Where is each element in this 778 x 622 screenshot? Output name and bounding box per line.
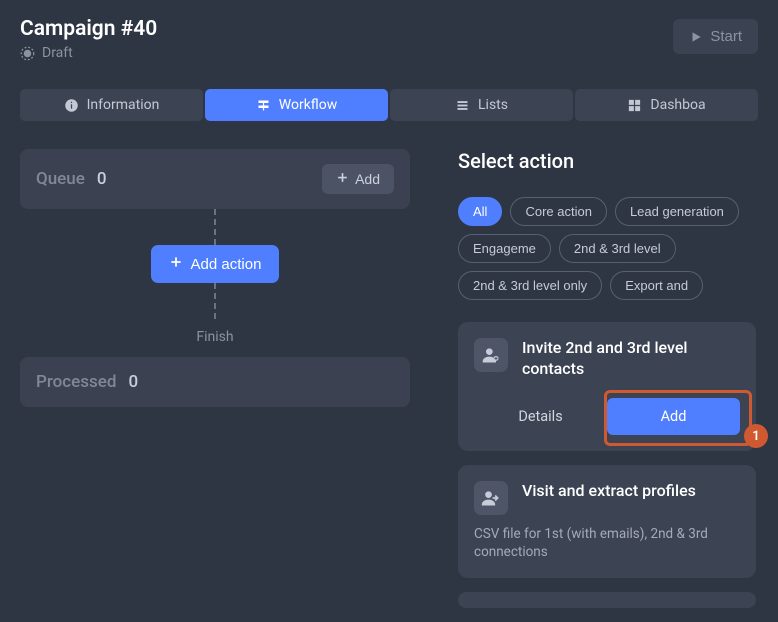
chip-core-action[interactable]: Core action [510, 197, 606, 226]
chip-all[interactable]: All [458, 197, 502, 226]
status-row: Draft [20, 45, 157, 61]
tab-workflow[interactable]: Workflow [205, 89, 388, 121]
add-action-label: Add action [191, 256, 262, 273]
start-label: Start [710, 28, 742, 45]
queue-add-button[interactable]: Add [322, 164, 394, 194]
processed-box: Processed 0 [20, 357, 410, 407]
tab-label: Dashboa [650, 97, 705, 113]
chip-engagement[interactable]: Engageme [458, 234, 551, 263]
chip-2nd-3rd-level-only[interactable]: 2nd & 3rd level only [458, 271, 602, 300]
start-button[interactable]: Start [673, 19, 758, 54]
plus-icon [169, 255, 183, 273]
processed-count: 0 [128, 372, 138, 392]
chip-lead-generation[interactable]: Lead generation [615, 197, 739, 226]
draft-icon [20, 46, 35, 61]
plus-icon [336, 171, 349, 187]
tab-dashboard[interactable]: Dashboa [575, 89, 758, 121]
tab-lists[interactable]: Lists [390, 89, 573, 121]
tab-label: Workflow [279, 97, 338, 113]
action-card-invite: Invite 2nd and 3rd level contacts Detail… [458, 322, 756, 451]
dashboard-icon [627, 98, 642, 113]
page-title: Campaign #40 [20, 17, 157, 41]
action-card-peek [458, 592, 756, 608]
queue-count: 0 [97, 169, 107, 189]
processed-label: Processed [36, 372, 116, 392]
chip-export[interactable]: Export and [610, 271, 703, 300]
add-button[interactable]: Add [607, 398, 740, 435]
details-button[interactable]: Details [474, 398, 607, 435]
action-card-visit-extract[interactable]: Visit and extract profiles CSV file for … [458, 465, 756, 579]
queue-label: Queue [36, 169, 85, 189]
play-icon [689, 30, 703, 44]
workflow-icon [256, 98, 271, 113]
tab-label: Information [87, 97, 160, 113]
select-action-title: Select action [458, 149, 778, 173]
finish-label: Finish [196, 329, 233, 345]
connector-line [214, 283, 216, 319]
connector-line [214, 209, 216, 245]
queue-box: Queue 0 Add [20, 149, 410, 209]
action-card-title: Invite 2nd and 3rd level contacts [522, 338, 740, 380]
action-card-desc: CSV file for 1st (with emails), 2nd & 3r… [474, 525, 740, 563]
extract-icon [474, 481, 508, 515]
invite-icon [474, 338, 508, 372]
filter-chips: All Core action Lead generation Engageme… [458, 197, 778, 300]
tab-information[interactable]: Information [20, 89, 203, 121]
status-text: Draft [42, 45, 73, 61]
info-icon [64, 98, 79, 113]
lists-icon [455, 98, 470, 113]
step-badge: 1 [744, 424, 768, 448]
tabs: Information Workflow Lists Dashboa [0, 89, 778, 121]
add-label: Add [355, 171, 380, 187]
chip-2nd-3rd-level[interactable]: 2nd & 3rd level [559, 234, 676, 263]
action-card-title: Visit and extract profiles [522, 481, 696, 502]
tab-label: Lists [478, 97, 508, 113]
add-action-button[interactable]: Add action [151, 245, 280, 283]
